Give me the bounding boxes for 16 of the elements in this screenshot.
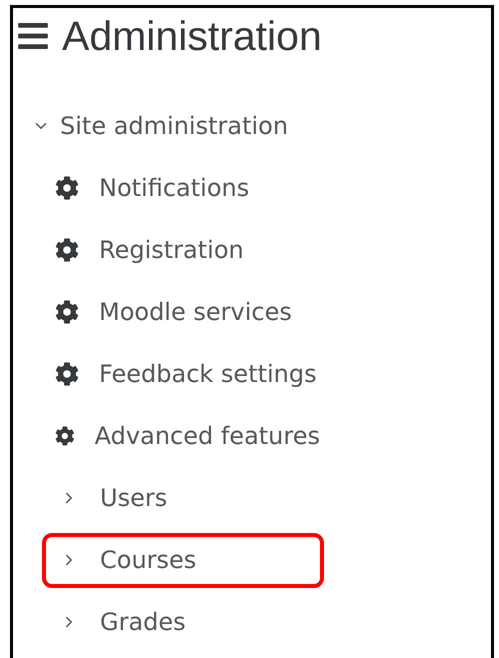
gear-icon bbox=[55, 362, 79, 386]
gear-icon bbox=[55, 300, 79, 324]
menu-link[interactable]: Moodle services bbox=[42, 284, 324, 340]
menu-link[interactable]: Registration bbox=[42, 222, 324, 278]
menu-link[interactable]: Notifications bbox=[42, 160, 324, 216]
menu-link[interactable]: Grades bbox=[42, 594, 324, 650]
menu-link[interactable]: Advanced features bbox=[42, 408, 324, 464]
tree-node[interactable]: Site administration bbox=[13, 95, 491, 157]
tree-node-label: Site administration bbox=[60, 112, 288, 140]
menu-link[interactable]: Users bbox=[42, 470, 324, 526]
page-title: Administration bbox=[62, 12, 322, 60]
gear-icon bbox=[55, 238, 79, 262]
gear-icon bbox=[55, 176, 79, 200]
menu-link[interactable]: Feedback settings bbox=[42, 346, 324, 402]
highlighted-menu-link[interactable]: Courses bbox=[42, 532, 324, 588]
gear-icon bbox=[55, 424, 75, 448]
